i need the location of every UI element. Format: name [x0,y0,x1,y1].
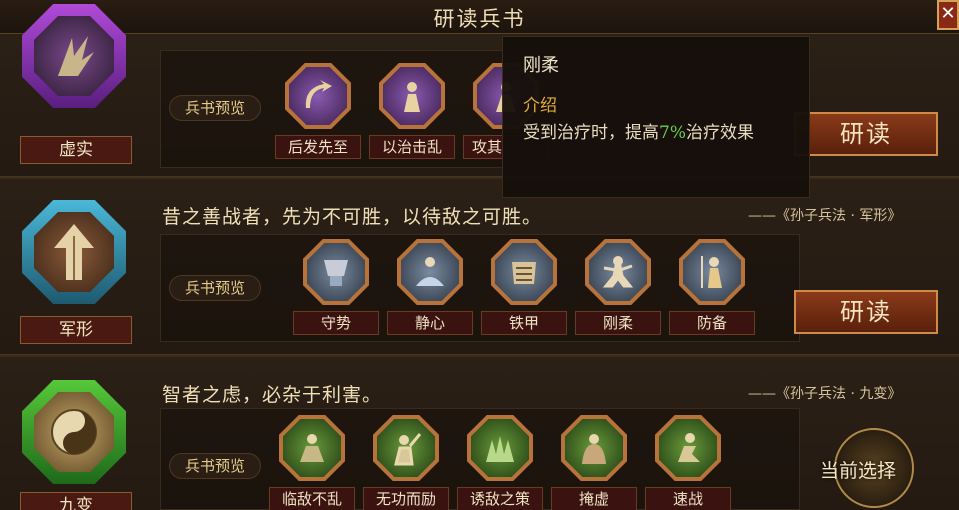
calm-icon [300,434,324,462]
section-source: ——《孙子兵法 · 军形》 [748,208,902,224]
tooltip-desc-after: 治疗效果 [685,123,754,143]
skill-name: 守势 [293,311,379,335]
skill-name: 临敌不乱 [269,487,355,510]
warrior-icon [404,82,420,112]
armor-icon [512,262,536,284]
skill-name: 静心 [387,311,473,335]
preview-tag: 兵书预览 [169,95,261,121]
emblem-jiubian[interactable] [22,380,126,484]
martial-icon [602,256,634,288]
section-xushi: 虚实 兵书预览 后发先至 以治击乱 攻其 研读 [0,4,959,176]
skill-name: 掩虚 [551,487,637,510]
guard-icon [701,256,722,288]
emblem-label-jiubian: 九变 [20,492,132,510]
skill-name: 刚柔 [575,311,661,335]
tooltip-description: 受到治疗时，提高7%治疗效果 [523,119,799,147]
arrow-up-icon [54,224,94,280]
current-selection-label: 当前选择 [820,460,897,482]
skill-name: 无功而励 [363,487,449,510]
cloak-icon [582,434,606,464]
skill-name: 防备 [669,311,755,335]
tooltip-skill-name: 刚柔 [523,55,559,76]
section-quote: 昔之善战者，先为不可胜，以待敌之可胜。 [162,206,543,228]
preview-tag: 兵书预览 [169,453,261,479]
skill-panel-junxing: 兵书预览 守势 静心 铁甲 刚柔 防备 [160,234,800,342]
emblem-xushi[interactable] [22,4,126,108]
yin-yang-icon [51,409,97,455]
charge-icon [678,433,700,462]
skill-name: 速战 [645,487,731,510]
claw-icon [58,36,94,76]
emblem-label-xushi: 虚实 [20,136,132,164]
emblem-label-junxing: 军形 [20,316,132,344]
section-quote: 智者之虑，必杂于利害。 [162,384,383,406]
preview-tag: 兵书预览 [169,275,261,301]
tooltip-desc-value: 7% [659,123,686,143]
skill-name: 铁甲 [481,311,567,335]
window-title: 研读兵书 [433,7,526,31]
section-source: ——《孙子兵法 · 九变》 [748,386,902,402]
shield-cup-icon [324,260,348,286]
skill-name: 以治击乱 [369,135,455,159]
skill-tooltip: 刚柔 介绍 受到治疗时，提高7%治疗效果 [502,36,810,198]
skill-name: 后发先至 [275,135,361,159]
lure-icon [486,436,514,462]
arrow-swirl-icon [305,80,332,108]
close-button[interactable]: ✕ [937,0,959,30]
section-jiubian: 智者之虑，必杂于利害。 ——《孙子兵法 · 九变》 九变 兵书预览 临敌不乱 无… [0,358,959,510]
tooltip-heading: 介绍 [523,96,557,116]
section-junxing: 昔之善战者，先为不可胜，以待敌之可胜。 ——《孙子兵法 · 军形》 军形 兵书预… [0,180,959,354]
research-button-xushi[interactable]: 研读 [794,112,938,156]
skill-name: 诱敌之策 [457,487,543,510]
research-button-junxing[interactable]: 研读 [794,290,938,334]
meditate-icon [416,257,444,286]
tooltip-desc-before: 受到治疗时，提高 [523,123,659,143]
emblem-junxing[interactable] [22,200,126,304]
title-bar: 研读兵书 ✕ [0,0,959,34]
skill-panel-jiubian: 兵书预览 临敌不乱 无功而励 诱敌之策 掩虚 速战 [160,408,800,510]
encourage-icon [394,433,422,466]
